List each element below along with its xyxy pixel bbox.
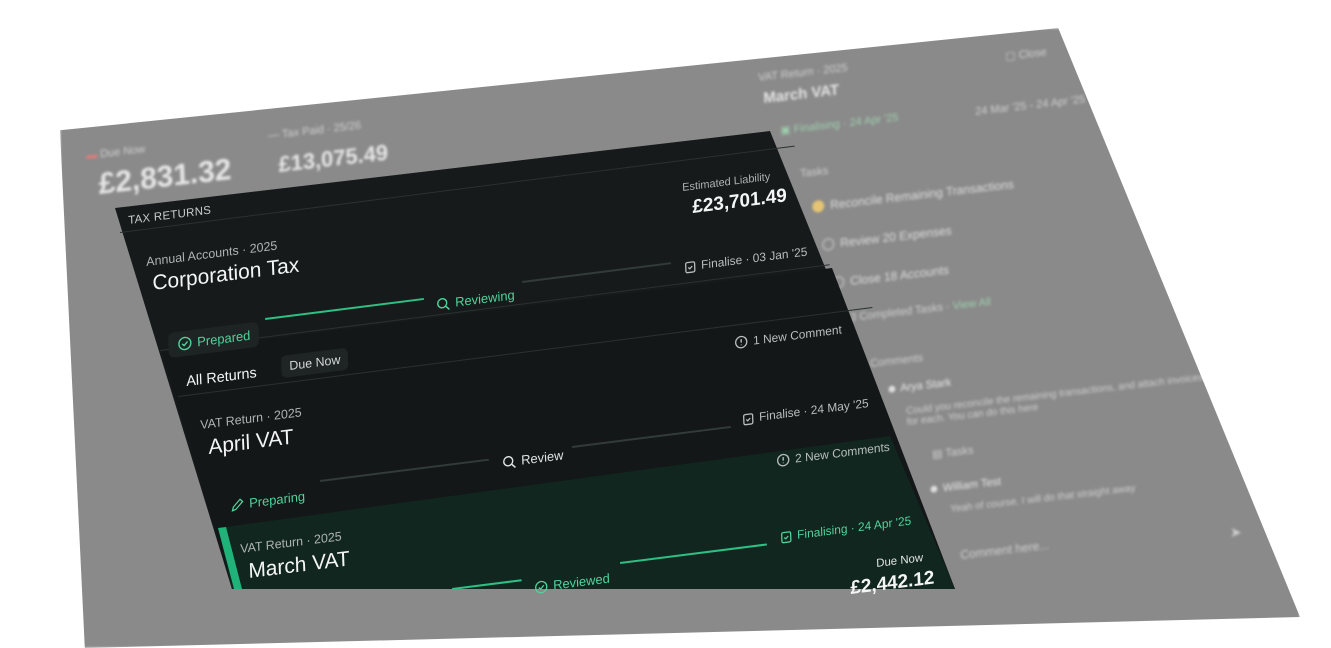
detail-subtitle: VAT Return · 2025: [758, 61, 848, 85]
tasks-heading: Tasks: [800, 164, 829, 181]
due-now-amount: £2,831.32: [98, 152, 233, 202]
view-all-link[interactable]: View All: [952, 296, 991, 312]
comment-input[interactable]: Comment here...: [960, 538, 1049, 562]
document-icon: ▤: [932, 447, 943, 462]
date-range: 24 Mar '25 - 24 Apr '25: [975, 93, 1086, 119]
due-now-label: ▬ Due Now: [86, 143, 146, 163]
task-item[interactable]: Close 18 Accounts: [832, 263, 949, 290]
detail-title[interactable]: March VAT: [763, 81, 839, 107]
task-progress-icon: [812, 199, 825, 214]
comment-author: ☻ Arya Stark: [886, 376, 952, 397]
user-icon: ☻: [928, 482, 941, 497]
user-icon: ☻: [886, 382, 899, 397]
detail-status: ▣ Finalising · 24 Apr '25: [780, 111, 899, 138]
close-button[interactable]: ▢ Close: [1005, 45, 1047, 63]
comment-author: ☻ William Test: [928, 475, 1002, 497]
tax-paid-label: — Tax Paid · 25/26: [268, 119, 362, 143]
task-circle-icon: [822, 237, 835, 252]
task-item[interactable]: Reconcile Remaining Transactions: [812, 177, 1014, 214]
task-item[interactable]: Review 20 Expenses: [822, 223, 952, 252]
send-icon[interactable]: ➤: [1230, 524, 1242, 541]
clipboard-icon: ▣: [780, 123, 791, 138]
tax-paid-amount: £13,075.49: [278, 139, 389, 178]
comments-heading: Comments: [870, 351, 924, 371]
task-circle-icon: [832, 275, 845, 290]
comment-chip[interactable]: ▤ Tasks: [932, 443, 974, 461]
completed-tasks: 3 Completed Tasks · View All: [850, 295, 992, 325]
close-icon: ▢: [1005, 49, 1016, 64]
